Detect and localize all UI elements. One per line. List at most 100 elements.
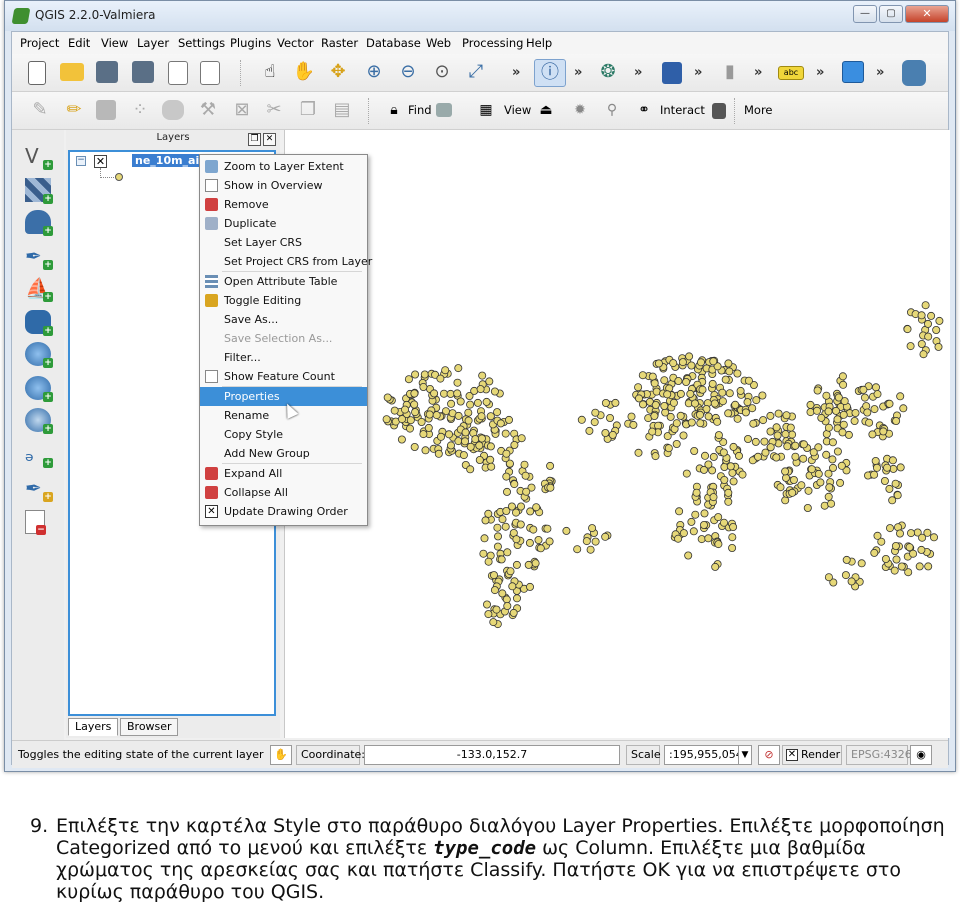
crs-status[interactable]: EPSG:4326	[846, 745, 912, 765]
zoom-native-icon[interactable]: ⊙	[430, 60, 454, 84]
pin-icon[interactable]: ⚲	[600, 98, 624, 122]
menu-item-remove[interactable]: Remove	[200, 195, 367, 214]
menu-item-duplicate[interactable]: Duplicate	[200, 214, 367, 233]
toolbar-overflow-icon[interactable]: »	[574, 65, 582, 80]
menu-item-show-feature-count[interactable]: Show Feature Count	[200, 367, 367, 386]
menu-edit[interactable]: Edit	[68, 36, 90, 50]
rotation-icon[interactable]: ⊘	[758, 745, 780, 765]
add-delimited-text-layer-icon[interactable]: ₔ +	[25, 442, 53, 468]
lock-icon[interactable]: 🔒︎	[382, 98, 406, 122]
pan-tool-status-icon[interactable]: ✋	[270, 745, 292, 765]
add-wcs-layer-icon[interactable]: +	[25, 376, 53, 402]
zoom-out-icon[interactable]: ⊖	[396, 60, 420, 84]
toggle-editing-icon[interactable]: ✏	[62, 98, 86, 122]
menu-settings[interactable]: Settings	[178, 36, 225, 50]
menu-project[interactable]: Project	[20, 36, 59, 50]
help-contents-icon[interactable]	[662, 62, 682, 84]
bar-chart-icon[interactable]: ▮	[718, 60, 742, 84]
remove-layer-icon[interactable]: −	[25, 510, 46, 535]
menu-item-set-project-crs[interactable]: Set Project CRS from Layer	[200, 252, 372, 271]
menu-item-collapse-all[interactable]: Collapse All	[200, 483, 367, 502]
cut-features-icon[interactable]: ✂	[262, 98, 286, 122]
add-vector-layer-icon[interactable]: V +	[25, 144, 53, 170]
map-canvas[interactable]	[284, 130, 950, 738]
save-edits-icon[interactable]	[96, 100, 116, 120]
georeferencer-icon[interactable]	[842, 61, 864, 83]
database-icon[interactable]	[902, 60, 926, 86]
chevron-down-icon[interactable]: ▼	[738, 745, 752, 765]
tab-layers[interactable]: Layers	[68, 718, 118, 736]
menu-web[interactable]: Web	[426, 36, 451, 50]
minimize-button[interactable]: —	[853, 5, 877, 23]
menu-item-save-selection-as[interactable]: Save Selection As...	[200, 329, 367, 348]
menu-item-save-as[interactable]: Save As...	[200, 310, 367, 329]
menu-raster[interactable]: Raster	[321, 36, 358, 50]
menu-database[interactable]: Database	[366, 36, 421, 50]
move-feature-icon[interactable]	[162, 100, 184, 120]
collapse-icon[interactable]: −	[76, 156, 86, 166]
close-panel-button[interactable]: ✕	[263, 133, 276, 146]
more-label[interactable]: More	[744, 103, 773, 117]
toolbar-overflow-icon[interactable]: »	[694, 65, 702, 80]
delete-selected-icon[interactable]: ⊠	[230, 98, 254, 122]
add-feature-icon[interactable]: ⁘	[128, 98, 152, 122]
menu-item-filter[interactable]: Filter...	[200, 348, 367, 367]
toolbar-overflow-icon[interactable]: »	[876, 65, 884, 80]
coordinate-label[interactable]: Coordinate:	[296, 745, 365, 765]
grid-icon[interactable]: ▦	[474, 98, 498, 122]
close-button[interactable]: ✕	[905, 5, 949, 23]
add-wms-layer-icon[interactable]: +	[25, 342, 53, 368]
action-icon[interactable]	[712, 103, 726, 119]
paste-features-icon[interactable]: ▤	[330, 98, 354, 122]
zoom-in-icon[interactable]: ⊕	[362, 60, 386, 84]
menu-item-expand-all[interactable]: Expand All	[200, 464, 367, 483]
new-shapefile-layer-icon[interactable]: ✒ +	[25, 476, 53, 502]
node-tool-icon[interactable]: ⚒	[196, 98, 220, 122]
menu-item-open-attribute-table[interactable]: Open Attribute Table	[200, 272, 367, 291]
float-panel-button[interactable]: ❐	[248, 133, 261, 146]
layout-icon[interactable]: ⏏	[534, 98, 558, 122]
toolbar-overflow-icon[interactable]: »	[512, 65, 520, 80]
add-wfs-layer-icon[interactable]: +	[25, 408, 53, 434]
find-label[interactable]: Find	[408, 103, 432, 117]
view-label[interactable]: View	[504, 103, 531, 117]
menu-item-zoom-to-layer-extent[interactable]: Zoom to Layer Extent	[200, 157, 367, 176]
pan-to-selection-icon[interactable]: ✥	[326, 60, 350, 84]
coordinate-field[interactable]: -133.0,152.7	[364, 745, 620, 765]
render-checkbox[interactable]: ✕ Render	[782, 745, 842, 765]
toolbar-overflow-icon[interactable]: »	[754, 65, 762, 80]
tab-browser[interactable]: Browser	[120, 718, 178, 736]
add-spatialite-layer-icon[interactable]: ✒ +	[25, 244, 53, 270]
current-edits-icon[interactable]: ✎	[28, 98, 52, 122]
add-oracle-layer-icon[interactable]: +	[25, 310, 53, 336]
new-print-composer-icon[interactable]	[168, 61, 188, 85]
menu-item-show-in-overview[interactable]: Show in Overview	[200, 176, 367, 195]
layer-visibility-checkbox[interactable]: ✕	[94, 155, 107, 168]
pan-map-icon[interactable]: ✋	[292, 60, 316, 84]
new-project-icon[interactable]	[28, 61, 46, 85]
menu-help[interactable]: Help	[526, 36, 552, 50]
messages-icon[interactable]: ◉	[910, 745, 932, 765]
link-icon[interactable]: ⚭	[632, 98, 656, 122]
find-icon[interactable]	[436, 103, 452, 117]
toolbar-overflow-icon[interactable]: »	[634, 65, 642, 80]
menu-item-properties[interactable]: Properties	[200, 387, 367, 406]
menu-plugins[interactable]: Plugins	[230, 36, 271, 50]
scale-field[interactable]: :195,955,054	[664, 745, 743, 765]
menu-item-copy-style[interactable]: Copy Style	[200, 425, 367, 444]
sun-icon[interactable]: ✹	[568, 98, 592, 122]
measure-icon[interactable]: ❂	[596, 60, 620, 84]
open-project-icon[interactable]	[60, 63, 84, 81]
toolbar-overflow-icon[interactable]: »	[816, 65, 824, 80]
menu-layer[interactable]: Layer	[137, 36, 169, 50]
menu-processing[interactable]: Processing	[462, 36, 523, 50]
maximize-button[interactable]: ▢	[879, 5, 903, 23]
add-postgis-layer-icon[interactable]: +	[25, 210, 53, 236]
add-raster-layer-icon[interactable]: +	[25, 178, 53, 204]
copy-features-icon[interactable]: ❐	[296, 98, 320, 122]
zoom-full-icon[interactable]: ⤢	[464, 60, 488, 84]
interact-label[interactable]: Interact	[660, 103, 705, 117]
menu-item-add-new-group[interactable]: Add New Group	[200, 444, 367, 463]
touch-zoom-icon[interactable]: ☝	[258, 60, 282, 84]
add-mssql-layer-icon[interactable]: ⛵ +	[25, 276, 53, 302]
